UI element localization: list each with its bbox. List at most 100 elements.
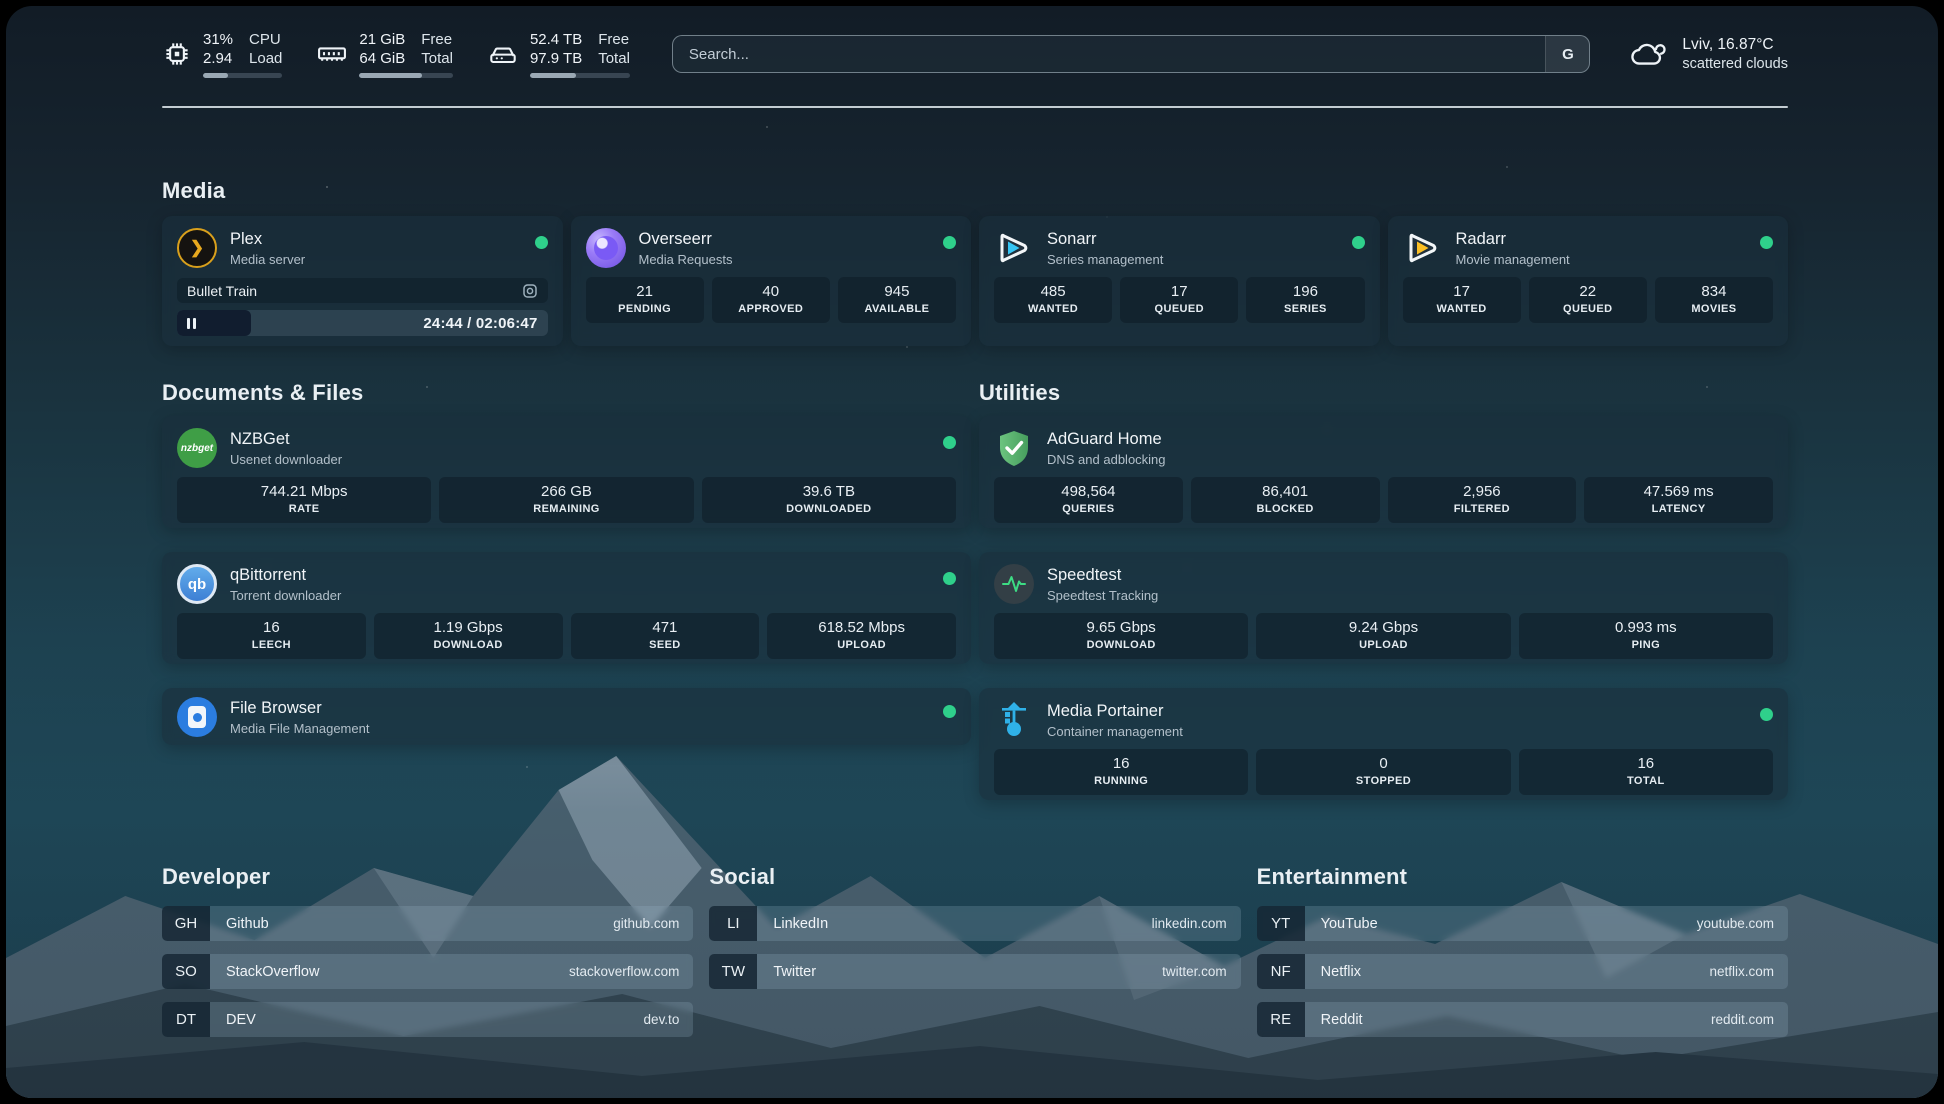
weather-condition: scattered clouds [1682, 55, 1788, 74]
app-subtitle: Torrent downloader [230, 587, 930, 605]
search-bar[interactable]: G [672, 35, 1591, 73]
portainer-crane-icon [994, 700, 1034, 740]
weather-widget[interactable]: Lviv, 16.87°C scattered clouds [1628, 35, 1788, 74]
stat-tile: 196SERIES [1246, 277, 1364, 323]
bookmark-twitter[interactable]: TW Twitter twitter.com [709, 954, 1240, 989]
bookmark-badge: GH [162, 906, 210, 941]
stat-tile: 266 GBREMAINING [439, 477, 693, 523]
bookmark-name: Twitter [773, 964, 816, 980]
app-card-sonarr[interactable]: Sonarr Series management 485WANTED 17QUE… [979, 216, 1380, 346]
cpu-chip-icon [162, 39, 192, 69]
app-card-qbittorrent[interactable]: qb qBittorrent Torrent downloader 16LEEC… [162, 552, 971, 664]
bookmark-stackoverflow[interactable]: SO StackOverflow stackoverflow.com [162, 954, 693, 989]
status-dot [943, 236, 956, 249]
status-dot [1760, 708, 1773, 721]
entertainment-bookmarks: Entertainment YT YouTube youtube.com NF … [1257, 864, 1788, 1050]
app-subtitle: Series management [1047, 251, 1339, 269]
sonarr-icon [994, 228, 1034, 268]
app-name: Radarr [1456, 229, 1748, 250]
playback-progress-bar[interactable]: 24:44 / 02:06:47 [177, 310, 548, 336]
bookmark-github[interactable]: GH Github github.com [162, 906, 693, 941]
bookmark-url: youtube.com [1697, 916, 1774, 931]
dashboard-screen: 31% 2.94 CPU Load [6, 6, 1938, 1098]
speedtest-pulse-icon [994, 564, 1034, 604]
cpu-label: CPU [249, 30, 282, 49]
app-subtitle: DNS and adblocking [1047, 451, 1773, 469]
app-card-speedtest[interactable]: Speedtest Speedtest Tracking 9.65 GbpsDO… [979, 552, 1788, 664]
app-card-overseerr[interactable]: Overseerr Media Requests 21PENDING 40APP… [571, 216, 972, 346]
weather-location-temp: Lviv, 16.87°C [1682, 35, 1788, 55]
disk-free-label: Free [598, 30, 630, 49]
bookmark-name: StackOverflow [226, 964, 319, 980]
section-heading-entertainment: Entertainment [1257, 864, 1788, 890]
app-name: AdGuard Home [1047, 429, 1773, 450]
bookmark-reddit[interactable]: RE Reddit reddit.com [1257, 1002, 1788, 1037]
disk-total-value: 97.9 TB [530, 49, 582, 68]
bookmark-badge: DT [162, 1002, 210, 1037]
cpu-load-label: Load [249, 49, 282, 68]
bookmark-badge: YT [1257, 906, 1305, 941]
bookmark-badge: LI [709, 906, 757, 941]
app-subtitle: Media server [230, 251, 522, 269]
memory-free-label: Free [421, 30, 453, 49]
bookmark-youtube[interactable]: YT YouTube youtube.com [1257, 906, 1788, 941]
bookmark-badge: RE [1257, 1002, 1305, 1037]
filebrowser-icon [177, 697, 217, 737]
app-card-radarr[interactable]: Radarr Movie management 17WANTED 22QUEUE… [1388, 216, 1789, 346]
stat-tile: 498,564QUERIES [994, 477, 1183, 523]
header-divider [162, 106, 1788, 108]
pause-icon[interactable] [187, 318, 196, 329]
cpu-percent: 31% [203, 30, 233, 49]
stat-tile: 86,401BLOCKED [1191, 477, 1380, 523]
search-engine-button[interactable]: G [1545, 36, 1589, 72]
app-name: NZBGet [230, 429, 930, 450]
app-card-plex[interactable]: ❯ Plex Media server Bullet Train [162, 216, 563, 346]
disk-progress-bar [530, 73, 630, 78]
record-icon[interactable] [522, 283, 538, 299]
stat-tile: 0.993 msPING [1519, 613, 1773, 659]
app-subtitle: Movie management [1456, 251, 1748, 269]
app-name: Overseerr [639, 229, 931, 250]
section-heading-social: Social [709, 864, 1240, 890]
search-input[interactable] [673, 36, 1546, 72]
bookmark-netflix[interactable]: NF Netflix netflix.com [1257, 954, 1788, 989]
stat-tile: 40APPROVED [712, 277, 830, 323]
bookmark-url: linkedin.com [1152, 916, 1227, 931]
disk-total-label: Total [598, 49, 630, 68]
bookmark-url: twitter.com [1162, 964, 1227, 979]
app-card-nzbget[interactable]: nzbget NZBGet Usenet downloader 744.21 M… [162, 416, 971, 528]
app-card-portainer[interactable]: Media Portainer Container management 16R… [979, 688, 1788, 800]
app-name: Sonarr [1047, 229, 1339, 250]
top-bar: 31% 2.94 CPU Load [162, 22, 1788, 86]
app-card-filebrowser[interactable]: File Browser Media File Management [162, 688, 971, 745]
bookmark-dev[interactable]: DT DEV dev.to [162, 1002, 693, 1037]
playback-time: 24:44 / 02:06:47 [423, 315, 537, 332]
stat-tile: 945AVAILABLE [838, 277, 956, 323]
qbittorrent-icon: qb [177, 564, 217, 604]
now-playing-title: Bullet Train [187, 283, 257, 299]
memory-total-value: 64 GiB [359, 49, 405, 68]
status-dot [943, 572, 956, 585]
stat-tile: 0STOPPED [1256, 749, 1510, 795]
app-subtitle: Media File Management [230, 720, 930, 738]
stat-tile: 744.21 MbpsRATE [177, 477, 431, 523]
status-dot [943, 436, 956, 449]
media-card-grid: ❯ Plex Media server Bullet Train [162, 216, 1788, 346]
app-subtitle: Container management [1047, 723, 1747, 741]
app-subtitle: Speedtest Tracking [1047, 587, 1773, 605]
app-name: File Browser [230, 698, 930, 719]
cpu-progress-bar [203, 73, 282, 78]
bookmark-name: Reddit [1321, 1012, 1363, 1028]
bookmark-linkedin[interactable]: LI LinkedIn linkedin.com [709, 906, 1240, 941]
stat-tile: 22QUEUED [1529, 277, 1647, 323]
stat-tile: 834MOVIES [1655, 277, 1773, 323]
stat-tile: 17WANTED [1403, 277, 1521, 323]
memory-progress-bar [359, 73, 453, 78]
nzbget-icon: nzbget [177, 428, 217, 468]
bookmark-url: netflix.com [1709, 964, 1774, 979]
disk-free-value: 52.4 TB [530, 30, 582, 49]
cpu-load-value: 2.94 [203, 49, 233, 68]
bookmark-name: Netflix [1321, 964, 1361, 980]
section-heading-utilities: Utilities [979, 380, 1788, 406]
app-card-adguard[interactable]: AdGuard Home DNS and adblocking 498,564Q… [979, 416, 1788, 528]
